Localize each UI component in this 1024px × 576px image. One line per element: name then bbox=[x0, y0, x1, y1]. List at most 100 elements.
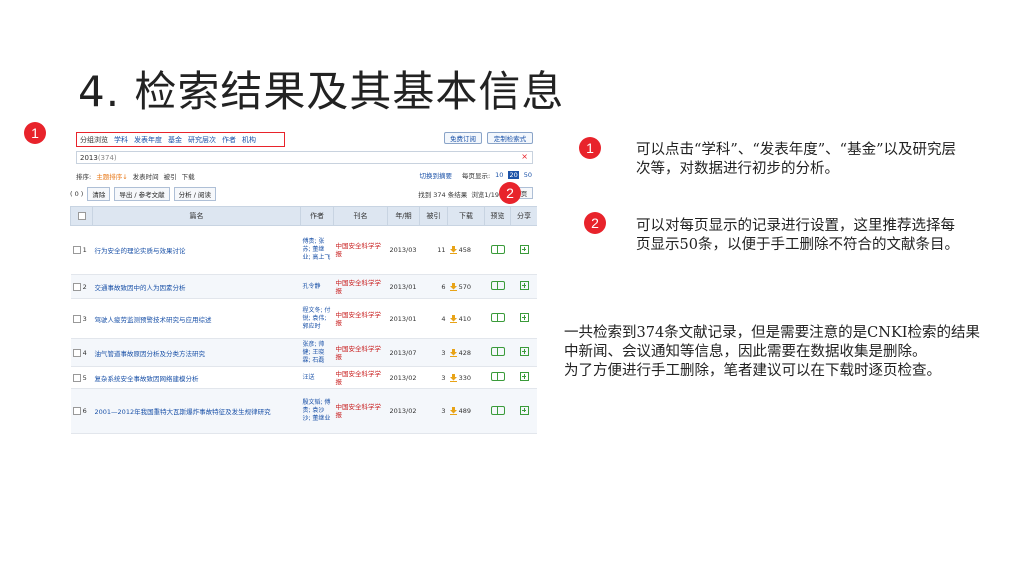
share-plus-icon[interactable] bbox=[519, 244, 529, 254]
row-authors[interactable]: 孔令静 bbox=[300, 274, 334, 299]
download-icon[interactable] bbox=[449, 314, 457, 323]
row-journal[interactable]: 中国安全科学学报 bbox=[333, 338, 388, 367]
share-plus-icon[interactable] bbox=[519, 347, 529, 356]
action-row: ( 0 ) 清除 导出 / 参考文献 分析 / 阅读 找到 374 条结果 浏览… bbox=[70, 187, 533, 201]
note-summary-p2: 为了方便进行手工删除，笔者建议可以在下载时逐页检查。 bbox=[564, 363, 941, 379]
preview-book-icon[interactable] bbox=[490, 347, 505, 356]
found-results: 找到 374 条结果 浏览1/19 bbox=[418, 189, 499, 199]
table-row: 1 行为安全的理论实质与效果讨论 傅贵; 张苏; 董继业; 高上飞 中国安全科学学报 2… bbox=[70, 225, 537, 275]
query-row: 2013 (374) × bbox=[76, 151, 533, 164]
row-journal[interactable]: 中国安全科学学报 bbox=[333, 274, 388, 299]
row-number: 5 bbox=[82, 373, 87, 382]
row-cited[interactable]: 3 bbox=[419, 338, 448, 367]
filter-fund[interactable]: 基金 bbox=[168, 135, 182, 145]
row-checkbox[interactable] bbox=[72, 282, 81, 291]
filter-level[interactable]: 研究层次 bbox=[188, 135, 216, 145]
marker-1-note: 1 bbox=[579, 137, 601, 159]
preview-book-icon[interactable] bbox=[490, 372, 505, 381]
row-download-cell: 489 bbox=[447, 388, 485, 434]
row-cited[interactable]: 3 bbox=[419, 366, 448, 389]
download-icon[interactable] bbox=[449, 407, 457, 415]
row-authors[interactable]: 殷文韬; 傅贵; 袁沙沙; 董继业 bbox=[300, 388, 334, 434]
row-select: 4 bbox=[70, 338, 93, 367]
subscribe-button[interactable]: 免费订阅 bbox=[444, 132, 482, 144]
row-authors[interactable]: 张彦; 帅健; 王晓霖; 石磊 bbox=[300, 338, 334, 367]
row-number: 4 bbox=[82, 348, 87, 357]
custom-query-button[interactable]: 定制检索式 bbox=[487, 132, 533, 144]
row-number: 3 bbox=[82, 314, 87, 323]
clear-query-icon[interactable]: × bbox=[521, 152, 528, 161]
header-download[interactable]: 下载 bbox=[447, 206, 485, 226]
preview-book-icon[interactable] bbox=[490, 405, 505, 415]
row-preview-cell bbox=[484, 366, 511, 389]
row-checkbox[interactable] bbox=[72, 407, 81, 415]
header-preview: 预览 bbox=[484, 206, 511, 226]
header-issue[interactable]: 年/期 bbox=[387, 206, 420, 226]
sort-download[interactable]: 下载 bbox=[182, 171, 195, 181]
filter-subject[interactable]: 学科 bbox=[114, 135, 128, 145]
header-author[interactable]: 作者 bbox=[300, 206, 334, 226]
per-page-label: 每页显示: bbox=[461, 172, 491, 180]
row-download-cell: 330 bbox=[447, 366, 485, 389]
row-title-link[interactable]: 驾驶人疲劳监测预警技术研究与应用综述 bbox=[92, 298, 301, 339]
row-authors[interactable]: 傅贵; 张苏; 董继业; 高上飞 bbox=[300, 225, 334, 275]
sort-cited[interactable]: 被引 bbox=[164, 171, 177, 181]
header-journal[interactable]: 刊名 bbox=[333, 206, 388, 226]
header-title[interactable]: 篇名 bbox=[92, 206, 301, 226]
preview-book-icon[interactable] bbox=[490, 313, 505, 322]
download-icon[interactable] bbox=[449, 373, 457, 382]
share-plus-icon[interactable] bbox=[519, 372, 529, 381]
row-checkbox[interactable] bbox=[72, 348, 81, 357]
browse-pages: 浏览1/19 bbox=[471, 191, 499, 199]
table-row: 3 驾驶人疲劳监测预警技术研究与应用综述 程文冬; 付锐; 袁伟; 郭应时 中国安全科… bbox=[70, 298, 537, 339]
row-journal[interactable]: 中国安全科学学报 bbox=[333, 298, 388, 339]
row-journal[interactable]: 中国安全科学学报 bbox=[333, 225, 388, 275]
switch-abstract-link[interactable]: 切换到摘要 bbox=[419, 170, 452, 180]
row-checkbox[interactable] bbox=[72, 246, 81, 254]
preview-book-icon[interactable] bbox=[490, 281, 505, 290]
filter-institution[interactable]: 机构 bbox=[242, 135, 256, 145]
row-cited[interactable]: 4 bbox=[419, 298, 448, 339]
export-button[interactable]: 导出 / 参考文献 bbox=[114, 187, 170, 201]
row-cited[interactable]: 3 bbox=[419, 388, 448, 434]
download-icon[interactable] bbox=[449, 282, 457, 291]
row-title-link[interactable]: 复杂系统安全事故致因网络建模分析 bbox=[92, 366, 301, 389]
analyze-button[interactable]: 分析 / 阅读 bbox=[173, 187, 216, 201]
share-plus-icon[interactable] bbox=[519, 313, 529, 322]
row-authors[interactable]: 程文冬; 付锐; 袁伟; 郭应时 bbox=[300, 298, 334, 339]
sort-time[interactable]: 发表时间 bbox=[133, 171, 159, 181]
row-title-link[interactable]: 交通事故致因中的人为因素分析 bbox=[92, 274, 301, 299]
share-plus-icon[interactable] bbox=[519, 281, 529, 290]
row-cited[interactable]: 6 bbox=[419, 274, 448, 299]
row-title-link[interactable]: 行为安全的理论实质与效果讨论 bbox=[92, 225, 301, 275]
filter-year[interactable]: 发表年度 bbox=[134, 135, 162, 145]
per-page-10[interactable]: 10 bbox=[494, 171, 504, 179]
row-download-cell: 428 bbox=[447, 338, 485, 367]
filter-author[interactable]: 作者 bbox=[222, 135, 236, 145]
per-page-20[interactable]: 20 bbox=[508, 171, 519, 179]
header-select bbox=[70, 206, 93, 226]
row-journal[interactable]: 中国安全科学学报 bbox=[333, 366, 388, 389]
sort-topic[interactable]: 主题排序↓ bbox=[96, 171, 127, 181]
download-icon[interactable] bbox=[449, 246, 457, 254]
clear-button[interactable]: 清除 bbox=[87, 187, 111, 201]
row-cited[interactable]: 11 bbox=[419, 225, 448, 275]
row-checkbox[interactable] bbox=[72, 314, 81, 323]
row-checkbox[interactable] bbox=[72, 373, 81, 382]
results-table: 篇名 作者 刊名 年/期 被引 下载 预览 分享 1 行为安全的理论实质与效果讨论… bbox=[70, 206, 537, 434]
header-cited[interactable]: 被引 bbox=[419, 206, 448, 226]
per-page-50[interactable]: 50 bbox=[523, 171, 533, 179]
row-select: 1 bbox=[70, 225, 93, 275]
row-title-link[interactable]: 油气管道事故原因分析及分类方法研究 bbox=[92, 338, 301, 367]
share-plus-icon[interactable] bbox=[519, 405, 529, 415]
row-issue: 2013/01 bbox=[387, 274, 420, 299]
marker-2-note: 2 bbox=[584, 212, 606, 234]
row-journal[interactable]: 中国安全科学学报 bbox=[333, 388, 388, 434]
marker-2-overlay: 2 bbox=[499, 182, 521, 204]
row-title-link[interactable]: 2001—2012年我国重特大瓦斯爆炸事故特征及发生规律研究 bbox=[92, 388, 301, 434]
row-authors[interactable]: 汪送 bbox=[300, 366, 334, 389]
download-icon[interactable] bbox=[449, 348, 457, 357]
select-all-checkbox[interactable] bbox=[77, 212, 86, 220]
preview-book-icon[interactable] bbox=[490, 244, 505, 254]
row-number: 6 bbox=[82, 407, 87, 415]
